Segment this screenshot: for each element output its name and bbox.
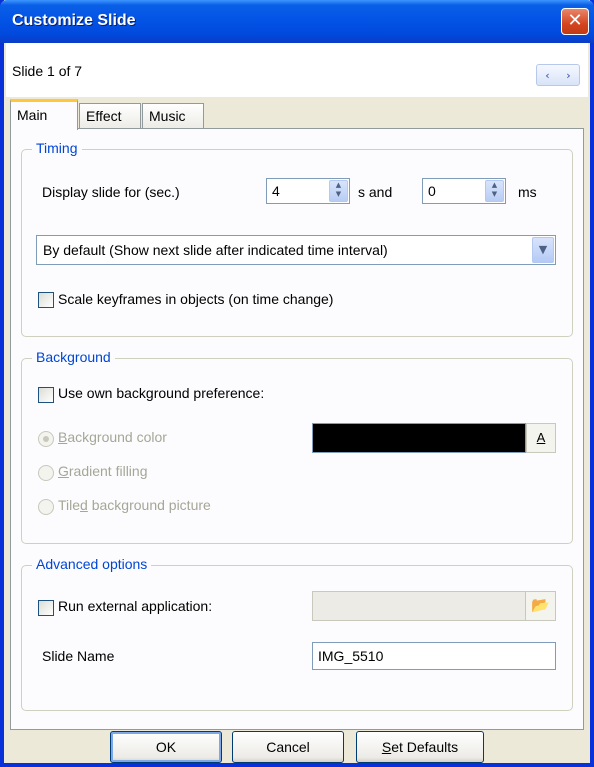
seconds-spinner[interactable]: 4 ▲ ▼ [266, 178, 350, 204]
slide-name-value: IMG_5510 [318, 648, 384, 664]
tiled-background-label: Tiled background picture [58, 497, 211, 513]
milliseconds-value: 0 [428, 183, 436, 199]
window-title: Customize Slide [12, 12, 136, 29]
background-group-title: Background [32, 349, 115, 365]
customize-slide-dialog: Customize Slide ✕ Slide 1 of 7 ‹ › Main … [0, 0, 594, 767]
set-defaults-button[interactable]: Set Defaults [356, 731, 484, 763]
slide-info-bar: Slide 1 of 7 ‹ › [6, 43, 588, 97]
prev-slide-button[interactable]: ‹ [545, 69, 549, 82]
slide-name-input[interactable]: IMG_5510 [312, 642, 556, 670]
display-slide-label: Display slide for (sec.) [42, 184, 180, 200]
gradient-filling-radio[interactable] [38, 465, 54, 481]
seconds-spinner-arrows[interactable]: ▲ ▼ [329, 180, 348, 202]
scale-keyframes-checkbox[interactable] [38, 292, 54, 308]
run-external-app-label: Run external application: [58, 598, 213, 614]
advanced-options-group: Advanced options Run external applicatio… [21, 556, 573, 711]
transition-mode-select[interactable]: By default (Show next slide after indica… [36, 235, 556, 265]
timing-group: Timing Display slide for (sec.) 4 ▲ ▼ s a… [21, 140, 573, 337]
use-own-background-label: Use own background preference: [58, 385, 265, 401]
title-bar[interactable]: Customize Slide ✕ [0, 0, 594, 43]
color-picker-button[interactable]: A [526, 423, 556, 453]
run-external-app-checkbox[interactable] [38, 600, 54, 616]
background-color-label: Background color [58, 429, 167, 445]
chevron-down-icon[interactable]: ▼ [532, 237, 554, 263]
cancel-button[interactable]: Cancel [232, 731, 344, 763]
external-app-path-input[interactable]: 📂 [312, 591, 556, 621]
milliseconds-spinner-arrows[interactable]: ▲ ▼ [485, 180, 504, 202]
background-color-radio[interactable] [38, 431, 54, 447]
main-tab-panel: Timing Display slide for (sec.) 4 ▲ ▼ s a… [10, 128, 584, 730]
background-color-swatch[interactable] [312, 423, 526, 453]
tiled-background-radio[interactable] [38, 499, 54, 515]
seconds-unit-label: s and [358, 184, 393, 200]
milliseconds-unit-label: ms [518, 184, 537, 200]
advanced-options-group-title: Advanced options [32, 556, 152, 572]
close-icon[interactable]: ✕ [561, 8, 589, 35]
scale-keyframes-label: Scale keyframes in objects (on time chan… [58, 291, 334, 307]
tab-effect[interactable]: Effect [79, 103, 141, 129]
slide-counter: Slide 1 of 7 [12, 63, 83, 79]
slide-navigation: ‹ › [536, 64, 580, 86]
transition-mode-value: By default (Show next slide after indica… [43, 242, 388, 258]
folder-open-icon[interactable]: 📂 [525, 592, 555, 620]
slide-name-label: Slide Name [42, 648, 115, 664]
milliseconds-spinner[interactable]: 0 ▲ ▼ [422, 178, 506, 204]
next-slide-button[interactable]: › [566, 69, 570, 82]
tab-music[interactable]: Music [142, 103, 204, 129]
gradient-filling-label: Gradient filling [58, 463, 148, 479]
dialog-body: Slide 1 of 7 ‹ › Main Effect Music Timin… [4, 43, 590, 763]
seconds-value: 4 [272, 183, 280, 199]
background-group: Background Use own background preference… [21, 349, 573, 544]
ok-button[interactable]: OK [110, 731, 222, 763]
tab-main[interactable]: Main [10, 99, 78, 130]
dialog-buttons: OK Cancel Set Defaults [4, 731, 590, 763]
use-own-background-checkbox[interactable] [38, 387, 54, 403]
timing-group-title: Timing [32, 140, 82, 156]
